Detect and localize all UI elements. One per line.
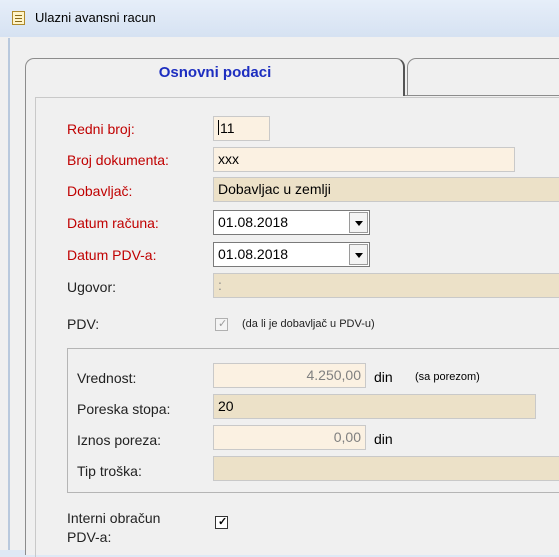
iznos-poreza-value: 0,00: [333, 429, 361, 445]
broj-dokumenta-label: Broj dokumenta:: [67, 152, 169, 168]
datum-pdv-value: 01.08.2018: [218, 246, 289, 262]
poreska-stopa-value: 20: [218, 398, 234, 414]
redni-broj-input[interactable]: 11: [213, 116, 270, 141]
window-frame: [8, 38, 10, 550]
redni-broj-value: 11: [220, 120, 235, 136]
pdv-note: (da li je dobavljač u PDV-u): [242, 318, 375, 330]
vrednost-note: (sa porezom): [415, 371, 480, 383]
chevron-down-icon[interactable]: [349, 244, 368, 265]
ugovor-value: :: [218, 277, 222, 293]
tip-troska-label: Tip troška:: [77, 463, 142, 479]
poreska-stopa-input[interactable]: 20: [213, 394, 536, 419]
chevron-down-icon[interactable]: [349, 212, 368, 233]
pdv-label: PDV:: [67, 316, 100, 332]
dobavljac-label: Dobavljač:: [67, 183, 133, 199]
app-icon: [12, 11, 25, 25]
poreska-stopa-label: Poreska stopa:: [77, 401, 171, 417]
interni-obracun-label: Interni obračun PDV-a:: [67, 509, 160, 547]
broj-dokumenta-input[interactable]: xxx: [213, 147, 515, 172]
datum-pdv-label: Datum PDV-a:: [67, 247, 157, 263]
interni-obracun-label-line2: PDV-a:: [67, 529, 112, 545]
ugovor-label: Ugovor:: [67, 279, 117, 295]
dobavljac-input[interactable]: Dobavljac u zemlji: [213, 177, 559, 202]
text-caret: [218, 120, 219, 135]
datum-racuna-label: Datum računa:: [67, 215, 159, 231]
interni-obracun-checkbox[interactable]: ✓: [215, 516, 228, 529]
tab-osnovni-podaci-label: Osnovni podaci: [158, 64, 272, 81]
pdv-checkbox[interactable]: ✓: [215, 318, 228, 331]
iznos-poreza-unit: din: [374, 431, 393, 447]
checkmark-icon: ✓: [218, 318, 228, 330]
iznos-poreza-input[interactable]: 0,00: [213, 425, 366, 450]
vrednost-input[interactable]: 4.250,00: [213, 363, 366, 388]
tab-second[interactable]: [407, 58, 559, 96]
redni-broj-label: Redni broj:: [67, 121, 135, 137]
iznos-poreza-label: Iznos poreza:: [77, 432, 162, 448]
vrednost-value: 4.250,00: [306, 367, 362, 383]
broj-dokumenta-value: xxx: [218, 151, 239, 167]
ugovor-input[interactable]: :: [213, 273, 559, 298]
interni-obracun-label-line1: Interni obračun: [67, 510, 161, 526]
window-title: Ulazni avansni racun: [35, 10, 156, 25]
datum-pdv-picker[interactable]: 01.08.2018: [213, 242, 370, 267]
dobavljac-value: Dobavljac u zemlji: [218, 181, 331, 197]
tip-troska-input[interactable]: [213, 456, 559, 481]
checkmark-icon: ✓: [218, 516, 228, 528]
vrednost-label: Vrednost:: [77, 370, 137, 386]
datum-racuna-picker[interactable]: 01.08.2018: [213, 210, 370, 235]
datum-racuna-value: 01.08.2018: [218, 214, 289, 230]
vrednost-unit: din: [374, 369, 393, 385]
